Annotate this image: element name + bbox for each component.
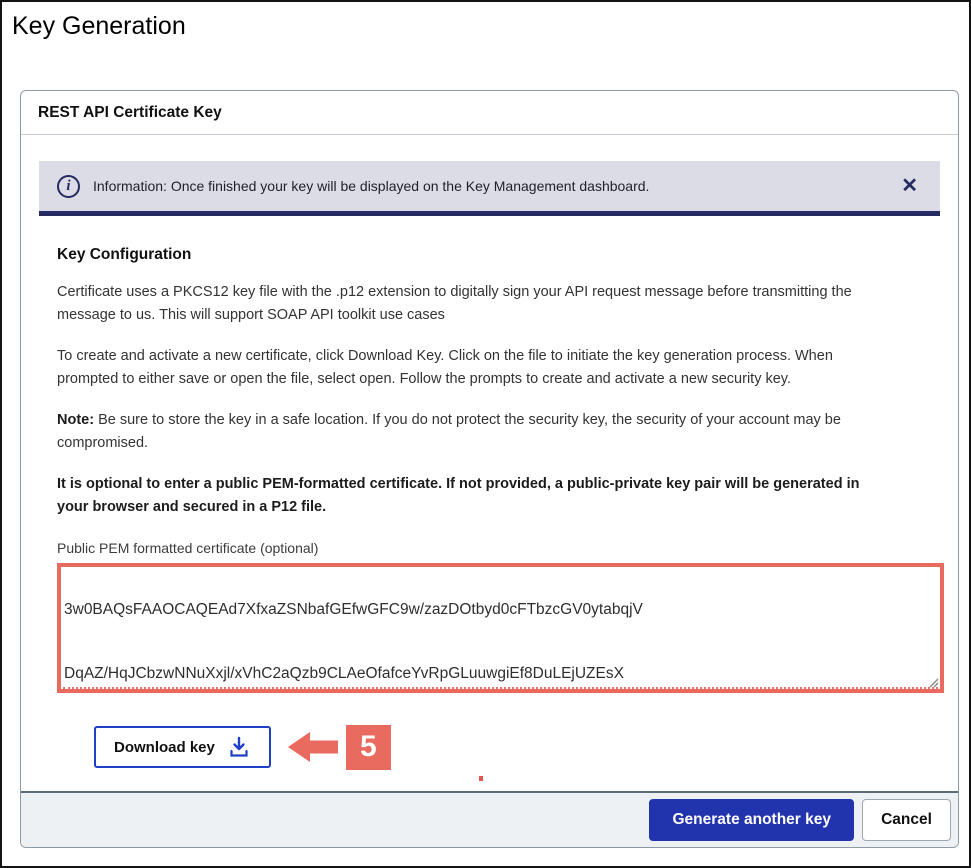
- paragraph-line: Certificate uses a PKCS12 key file with …: [57, 281, 922, 304]
- pem-certificate-value: 3w0BAQsFAAOCAQEAd7XfxaZSNbafGEfwGFC9w/za…: [61, 563, 940, 693]
- paragraph-line: It is optional to enter a public PEM-for…: [57, 473, 922, 496]
- pem-certificate-label: Public PEM formatted certificate (option…: [57, 540, 922, 556]
- certificate-description-paragraph: Certificate uses a PKCS12 key file with …: [57, 281, 922, 328]
- close-icon[interactable]: ✕: [897, 174, 922, 198]
- spellcheck-underline: [63, 687, 938, 689]
- page-title: Key Generation: [12, 12, 186, 41]
- information-banner-text: Information: Once finished your key will…: [93, 178, 649, 194]
- key-generation-page: { "page": { "title": "Key Generation" },…: [0, 0, 971, 868]
- note-paragraph: Note: Be sure to store the key in a safe…: [57, 409, 922, 456]
- rest-api-certificate-key-panel: REST API Certificate Key i Information: …: [20, 90, 959, 848]
- pem-line: 3w0BAQsFAAOCAQEAd7XfxaZSNbafGEfwGFC9w/za…: [64, 599, 940, 621]
- download-icon: [227, 735, 251, 759]
- paragraph-line: compromised.: [57, 432, 922, 455]
- paragraph-line: prompted to either save or open the file…: [57, 368, 922, 391]
- textarea-resize-handle[interactable]: [927, 676, 939, 688]
- cancel-button[interactable]: Cancel: [862, 799, 951, 841]
- optional-pem-paragraph: It is optional to enter a public PEM-for…: [57, 473, 922, 520]
- download-key-row: Download key 5: [94, 725, 922, 770]
- panel-body: i Information: Once finished your key wi…: [21, 135, 958, 791]
- download-key-label: Download key: [114, 739, 215, 756]
- section-title: Key Configuration: [57, 246, 922, 264]
- download-key-button[interactable]: Download key: [94, 726, 271, 768]
- note-label: Note:: [57, 412, 94, 428]
- pem-line: DqAZ/HqJCbzwNNuXxjl/xVhC2aQzb9CLAeOfafce…: [64, 663, 940, 685]
- step-number-badge: 5: [346, 725, 391, 770]
- info-icon: i: [57, 175, 80, 198]
- generate-another-key-button[interactable]: Generate another key: [649, 799, 854, 841]
- paragraph-line: To create and activate a new certificate…: [57, 345, 922, 368]
- panel-footer: Generate another key Cancel: [21, 791, 958, 847]
- key-configuration-section: Key Configuration Certificate uses a PKC…: [39, 246, 940, 770]
- panel-header-title: REST API Certificate Key: [21, 91, 958, 135]
- create-activate-paragraph: To create and activate a new certificate…: [57, 345, 922, 392]
- paragraph-line: message to us. This will support SOAP AP…: [57, 304, 922, 327]
- pem-certificate-textarea[interactable]: 3w0BAQsFAAOCAQEAd7XfxaZSNbafGEfwGFC9w/za…: [57, 563, 944, 693]
- paragraph-line: Note: Be sure to store the key in a safe…: [57, 409, 922, 432]
- left-arrow-icon: [288, 731, 338, 763]
- paragraph-line: your browser and secured in a P12 file.: [57, 496, 922, 519]
- red-dot-artifact: [479, 776, 483, 781]
- note-text: Be sure to store the key in a safe locat…: [94, 412, 841, 428]
- information-banner: i Information: Once finished your key wi…: [39, 161, 940, 216]
